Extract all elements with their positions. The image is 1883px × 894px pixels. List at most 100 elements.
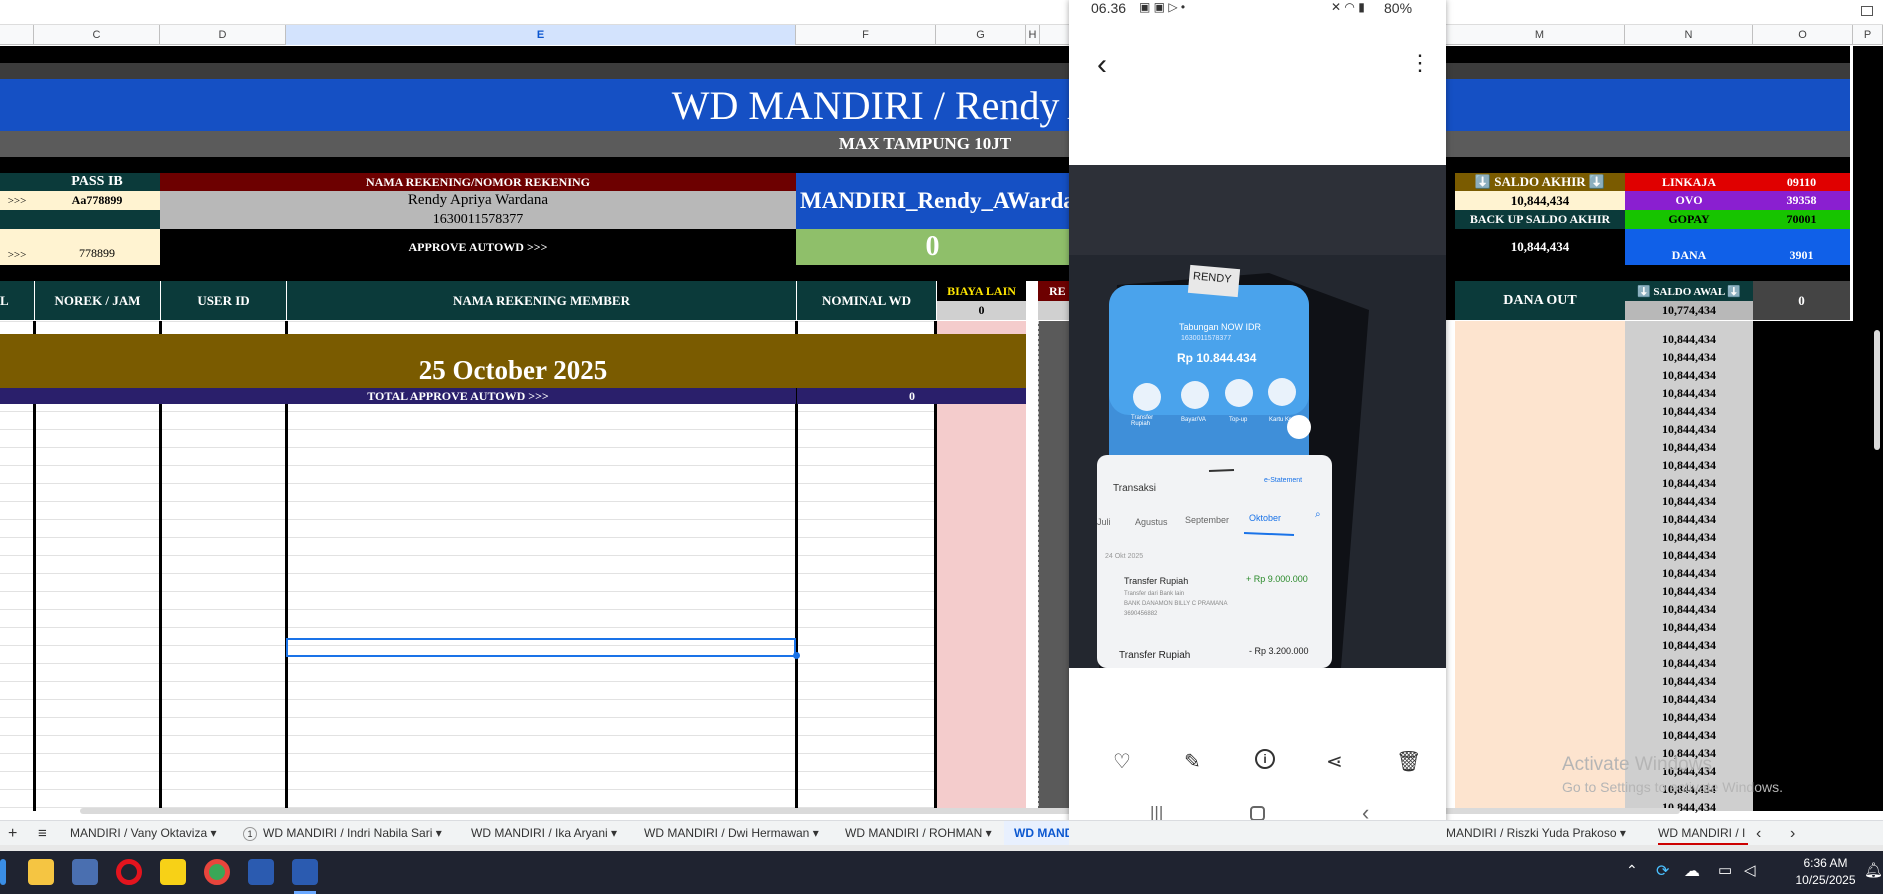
- bank-search-icon: ⌕: [1315, 509, 1321, 520]
- taskbar-date[interactable]: 10/25/2025: [1788, 873, 1863, 887]
- bank-month-agustus: Agustus: [1135, 517, 1168, 527]
- collapse-icon[interactable]: [1861, 6, 1873, 16]
- approve-autowd-label: APPROVE AUTOWD >>>: [160, 229, 796, 265]
- bank-account-type: Tabungan NOW IDR: [1179, 322, 1262, 332]
- column-header-c[interactable]: C: [34, 25, 160, 45]
- bank-balance: Rp 10.844.434: [1177, 351, 1257, 365]
- taskbar-time[interactable]: 6:36 AM: [1788, 856, 1863, 870]
- selection-handle[interactable]: [793, 652, 800, 659]
- favorite-icon[interactable]: ♡: [1113, 749, 1131, 774]
- back-arrow-icon[interactable]: ‹: [1097, 50, 1107, 80]
- wallet-linkaja-code: 09110: [1753, 173, 1850, 191]
- home-nav-icon[interactable]: [1250, 806, 1265, 821]
- network-icon[interactable]: ▭: [1718, 861, 1732, 879]
- bank-month-juli: Juli: [1097, 517, 1111, 527]
- saldo-row-value: 10,844,434: [1662, 548, 1716, 562]
- column-header-m[interactable]: M: [1455, 25, 1625, 45]
- column-header-p[interactable]: P: [1853, 25, 1883, 45]
- column-header-d[interactable]: D: [160, 25, 286, 45]
- edit-icon[interactable]: ✎: [1184, 749, 1201, 774]
- phone-gallery-window: 06.36 ▣ ▣ ▷ • ✕ ◠ ▮ 80% ‹ ⋮ RENDY Tabung…: [1069, 0, 1446, 845]
- tray-chevron-icon[interactable]: ⌃: [1626, 862, 1638, 879]
- saldo-row-value: 10,844,434: [1662, 692, 1716, 706]
- info-icon[interactable]: i: [1255, 749, 1275, 769]
- tab-last[interactable]: WD MANDIRI / I: [1658, 821, 1748, 846]
- saldo-row-value: 10,844,434: [1662, 566, 1716, 580]
- bank-statement-link: e-Statement: [1264, 477, 1303, 484]
- photo-preview[interactable]: RENDY Tabungan NOW IDR 1630011578377 Rp …: [1069, 165, 1446, 668]
- sync-icon[interactable]: ⟳: [1656, 861, 1669, 881]
- tab-active[interactable]: WD MAND: [1004, 821, 1069, 846]
- tabs-prev-icon[interactable]: ‹: [1756, 821, 1761, 846]
- app-icon-1[interactable]: [248, 859, 274, 885]
- sticky-notes-icon[interactable]: [160, 859, 186, 885]
- windows-taskbar: ⌃ ⟳ ☁ ▭ ◁ 6:36 AM 10/25/2025 🔔︎: [0, 851, 1883, 894]
- more-options-icon[interactable]: ⋮: [1409, 52, 1431, 74]
- backup-saldo-header: BACK UP SALDO AKHIR: [1455, 210, 1625, 229]
- tab-rohman[interactable]: WD MANDIRI / ROHMAN ▾: [845, 821, 992, 846]
- wallet-dana-code: 3901: [1753, 229, 1850, 265]
- bank-tx1-sub: BANK DANAMON BILLY C PRAMANA: [1124, 601, 1228, 607]
- onedrive-icon[interactable]: ☁: [1684, 861, 1700, 881]
- bank-action-kartu: Kartu Kredit: [1269, 417, 1301, 423]
- col-header-norek-jam: NOREK / JAM: [35, 281, 160, 320]
- col-header-biaya-lain: BIAYA LAIN: [937, 281, 1026, 301]
- app-icon-2[interactable]: [292, 859, 318, 885]
- col-header-o-value: 0: [1753, 281, 1850, 320]
- chrome-icon[interactable]: [204, 859, 230, 885]
- pass-ib-value-2: 778899: [34, 229, 160, 265]
- saldo-row-value: 10,844,434: [1662, 620, 1716, 634]
- column-header-n[interactable]: N: [1625, 25, 1753, 45]
- opera-icon[interactable]: [116, 859, 142, 885]
- col-header-saldo-awal-value: 10,774,434: [1625, 301, 1753, 320]
- activate-windows-title: Activate Windows: [1562, 754, 1712, 775]
- saldo-row-value: 10,844,434: [1662, 458, 1716, 472]
- saldo-row-value: 10,844,434: [1662, 584, 1716, 598]
- start-edge-icon[interactable]: [0, 859, 6, 885]
- nomor-rekening-value: 1630011578377: [160, 210, 796, 229]
- add-sheet-icon[interactable]: +: [8, 821, 17, 846]
- tab-indri-nabila-sari[interactable]: 1 WD MANDIRI / Indri Nabila Sari ▾: [243, 821, 442, 846]
- col-header-right-black: [1446, 281, 1455, 320]
- wallet-gopay-code: 70001: [1753, 210, 1850, 229]
- tab-vany-oktaviza[interactable]: MANDIRI / Vany Oktaviza ▾: [70, 821, 217, 846]
- tabs-next-icon[interactable]: ›: [1790, 821, 1795, 846]
- tab-riszki-yuda-prakoso[interactable]: MANDIRI / Riszki Yuda Prakoso ▾: [1446, 821, 1646, 846]
- tab-ika-aryani[interactable]: WD MANDIRI / Ika Aryani ▾: [471, 821, 617, 846]
- selected-cell[interactable]: [286, 638, 796, 657]
- saldo-row-value: 10,844,434: [1662, 476, 1716, 490]
- bank-tx1-amount: + Rp 9.000.000: [1246, 574, 1308, 584]
- info-cell-dark: [0, 210, 160, 229]
- bank-action-bayar: Bayar/VA: [1181, 417, 1206, 423]
- saldo-row-value: 10,844,434: [1662, 386, 1716, 400]
- volume-icon[interactable]: ◁: [1744, 861, 1756, 879]
- wallet-ovo-code: 39358: [1753, 191, 1850, 210]
- calculator-icon[interactable]: [72, 859, 98, 885]
- activate-windows-subtitle: Go to Settings to activate Windows.: [1562, 779, 1783, 795]
- all-sheets-icon[interactable]: ≡: [38, 821, 47, 846]
- column-header-o[interactable]: O: [1753, 25, 1853, 45]
- col-header-biaya-lain-value: 0: [937, 301, 1026, 320]
- file-explorer-icon[interactable]: [28, 859, 54, 885]
- saldo-row-value: 10,844,434: [1662, 530, 1716, 544]
- column-header-e[interactable]: E: [286, 25, 796, 45]
- vertical-scrollbar[interactable]: [1874, 330, 1880, 450]
- share-icon[interactable]: ⋖: [1326, 749, 1343, 774]
- column-header-h[interactable]: H: [1026, 25, 1040, 45]
- col-header-saldo-awal: ⬇️ SALDO AWAL ⬇️: [1625, 281, 1753, 301]
- bank-action-transfer: Transfer Rupiah: [1131, 415, 1154, 427]
- saldo-row-value: 10,844,434: [1662, 368, 1716, 382]
- delete-icon[interactable]: 🗑︎: [1396, 749, 1421, 774]
- total-approve-label: TOTAL APPROVE AUTOWD >>>: [0, 388, 796, 404]
- column-header-f[interactable]: F: [796, 25, 936, 45]
- phone-status-bar: 06.36 ▣ ▣ ▷ • ✕ ◠ ▮ 80%: [1069, 0, 1446, 18]
- subtitle-gap: [0, 157, 1850, 173]
- tab-dwi-hermawan[interactable]: WD MANDIRI / Dwi Hermawan ▾: [644, 821, 819, 846]
- bank-action-topup: Top-up: [1229, 417, 1248, 423]
- top-gray-strip: [0, 63, 1850, 79]
- column-header-g[interactable]: G: [936, 25, 1026, 45]
- notification-icon[interactable]: 🔔︎: [1864, 861, 1883, 879]
- phone-battery: 80%: [1384, 0, 1413, 16]
- account-code: MANDIRI_Rendy_AWardan: [796, 173, 1069, 229]
- dana-out-column: [1455, 321, 1625, 811]
